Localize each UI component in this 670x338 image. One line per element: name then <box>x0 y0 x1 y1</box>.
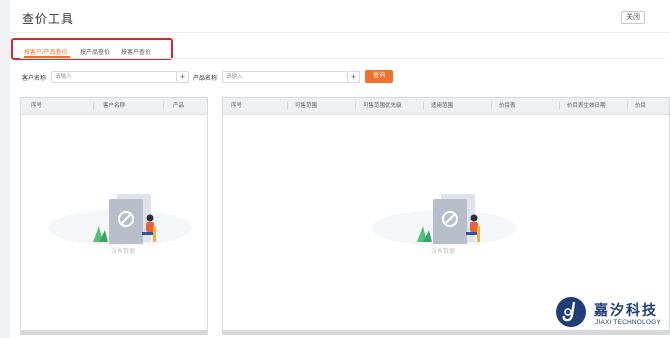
column-divider <box>93 102 94 110</box>
customer-name-input[interactable]: 请输入 <box>51 71 177 83</box>
customer-table: 序号 客户名称 产品 没有数据 <box>20 97 208 335</box>
column-header: 价目 <box>635 103 647 109</box>
product-name-input[interactable]: 请输入 <box>222 71 348 83</box>
customer-add-button[interactable]: + <box>177 71 189 83</box>
document-front <box>109 199 143 244</box>
price-query-page: 查价工具 关闭 按客户/产品查价 按产品查价 按客户查价 客户名称 请输入 + … <box>10 0 670 338</box>
jiaxi-logo-icon <box>556 297 586 327</box>
watermark-name-en: JIAXI TECHNOLOGY <box>595 319 661 326</box>
tab-customer[interactable]: 按客户查价 <box>121 47 151 56</box>
column-divider <box>559 102 560 110</box>
tabs-divider <box>20 58 665 59</box>
empty-state-text: 没有数据 <box>111 249 136 255</box>
column-header: 适用范围 <box>431 103 454 109</box>
page-title: 查价工具 <box>22 12 75 26</box>
product-add-button[interactable]: + <box>348 71 360 83</box>
empty-state-text: 没有数据 <box>431 249 456 255</box>
column-header: 可售范围 <box>295 103 318 109</box>
tab-customer-product[interactable]: 按客户/产品查价 <box>24 47 68 56</box>
column-header: 价目表生效日期 <box>567 103 606 109</box>
product-name-label: 产品名称 <box>193 76 218 82</box>
column-header: 产品 <box>173 103 185 109</box>
document-front <box>433 199 467 244</box>
chair-leg <box>153 226 156 242</box>
column-header: 序号 <box>231 103 243 109</box>
column-divider <box>355 102 356 110</box>
person-head <box>470 214 478 222</box>
logo-mark-icon <box>562 301 576 322</box>
person-body <box>146 222 154 232</box>
column-divider <box>423 102 424 110</box>
chair-leg <box>477 226 480 242</box>
tab-product[interactable]: 按产品查价 <box>80 47 110 56</box>
column-divider <box>163 102 164 110</box>
customer-name-label: 客户名称 <box>22 76 47 82</box>
watermark-name-cn: 嘉汐科技 <box>594 302 658 318</box>
column-header: 序号 <box>31 103 43 109</box>
query-button[interactable]: 查询 <box>365 70 393 83</box>
price-table-header: 序号 可售范围 可售范围优先级 适用范围 价目表 价目表生效日期 价目 <box>223 98 669 115</box>
close-button[interactable]: 关闭 <box>621 11 645 24</box>
column-divider <box>287 102 288 110</box>
horizontal-scrollbar[interactable] <box>21 330 207 334</box>
horizontal-scrollbar[interactable] <box>223 330 669 334</box>
column-divider <box>627 102 628 110</box>
title-bar: 查价工具 关闭 <box>10 0 670 33</box>
column-header: 客户名称 <box>103 103 126 109</box>
column-header: 可售范围优先级 <box>363 103 402 109</box>
column-header: 价目表 <box>499 103 516 109</box>
customer-table-header: 序号 客户名称 产品 <box>21 98 207 115</box>
person-head <box>146 214 154 222</box>
logo-dot <box>564 308 572 316</box>
column-divider <box>491 102 492 110</box>
person-body <box>470 222 478 232</box>
